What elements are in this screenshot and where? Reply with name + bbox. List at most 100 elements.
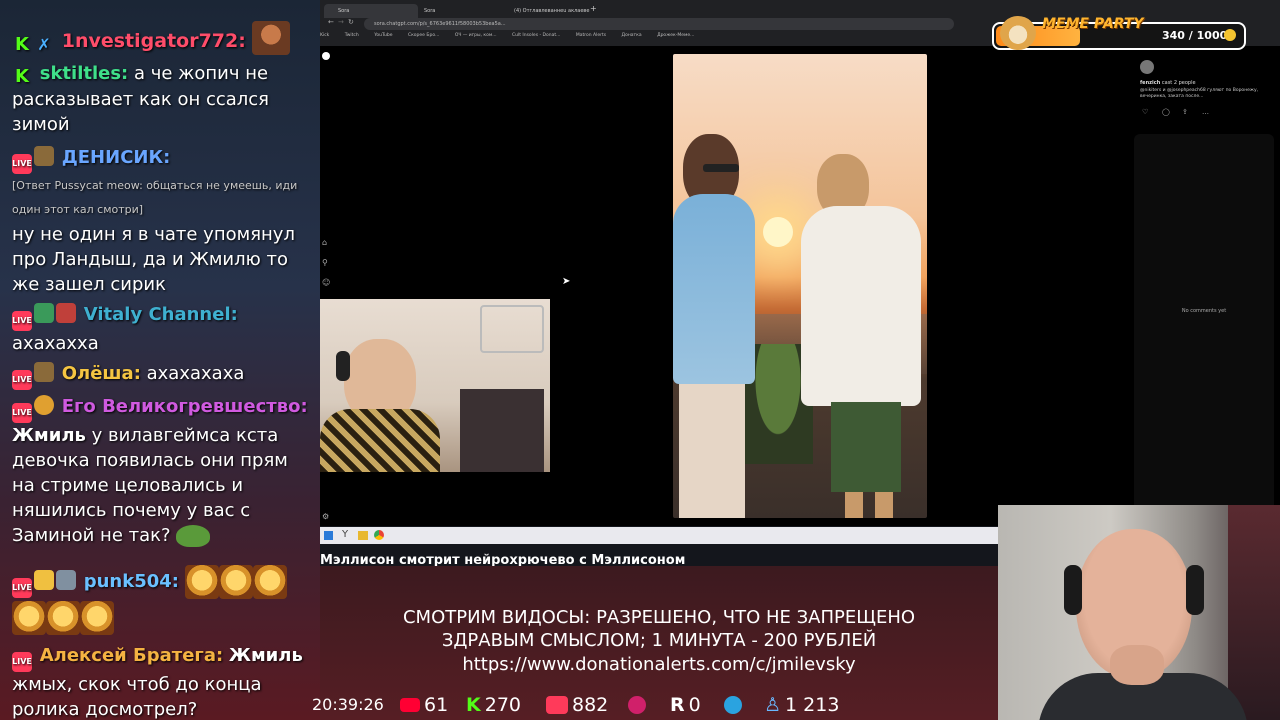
post-details-panel: fenzich cast 2 people @nikiters и @josep… xyxy=(1134,56,1274,516)
emote-badge-icon xyxy=(56,303,76,323)
person-right-image xyxy=(801,154,921,518)
stream-time: 20:39:26 xyxy=(312,695,384,714)
chat-username: Алексей Братега: xyxy=(39,645,224,666)
address-bar[interactable]: sora.chatgpt.com/p/s_6763e9611f58003b53b… xyxy=(364,18,954,30)
search-icon[interactable]: ⚲ xyxy=(322,258,328,267)
share-icon[interactable]: ⇪ xyxy=(1182,108,1188,116)
shelf-stickers-image xyxy=(460,389,544,472)
pepe-emote-icon xyxy=(176,525,211,547)
telegram-icon xyxy=(724,692,746,718)
mouse-cursor-icon: ➤ xyxy=(562,276,571,287)
avatar[interactable] xyxy=(1140,60,1154,74)
banner-line-1: СМОТРИМ ВИДОСЫ: РАЗРЕШЕНО, ЧТО НЕ ЗАПРЕЩ… xyxy=(402,607,916,628)
emote-icon xyxy=(184,565,219,599)
total-viewers: ♙ 1 213 xyxy=(764,692,839,718)
headphones-icon xyxy=(336,351,350,381)
emote-icon xyxy=(46,601,80,635)
chat-text: ахахахаха xyxy=(146,363,245,384)
chat-message: K sktiltles: а че жопич не расказывает к… xyxy=(12,61,312,137)
emote-badge-icon xyxy=(34,362,54,382)
profile-icon[interactable]: ☺ xyxy=(322,278,330,287)
rutube-viewers xyxy=(628,692,650,718)
youtube-viewers: 61 xyxy=(400,692,448,718)
bookmark-item[interactable]: Matron Alerts xyxy=(576,33,606,38)
author-name[interactable]: fenzich xyxy=(1140,80,1160,86)
post-caption: @nikiters и @josephpeach68 гуляют по Вор… xyxy=(1140,88,1259,99)
no-comments-text: No comments yet xyxy=(1181,308,1227,314)
live-badge-icon: LIVE xyxy=(12,578,32,598)
telegram-logo-icon xyxy=(724,696,742,714)
live-badge-icon: LIVE xyxy=(12,154,32,174)
r-platform-icon: R xyxy=(670,694,685,716)
total-count: 1 213 xyxy=(785,694,840,716)
viewer-stats-bar: 20:39:26 61 K 270 882 R0 ♙ 1 213 xyxy=(300,692,860,718)
chat-message: LIVE punk504: xyxy=(12,565,312,635)
sun-image xyxy=(763,217,793,247)
headphones-right-icon xyxy=(1186,565,1204,615)
chat-username: Vitaly Channel: xyxy=(83,304,238,325)
bookmark-item[interactable]: Скорее Бро... xyxy=(408,33,439,38)
chrome-icon[interactable] xyxy=(374,530,384,540)
banner-link[interactable]: https://www.donationalerts.com/c/jmilevs… xyxy=(320,653,998,677)
stream-chat: K ✗ 1nvestigator772: K sktiltles: а че жо… xyxy=(0,0,320,720)
live-badge-icon: LIVE xyxy=(12,403,32,423)
chat-mention: Жмиль xyxy=(228,645,303,666)
meme-party-title: MEME PARTY xyxy=(1042,16,1144,32)
settings-icon[interactable]: ⚙ xyxy=(322,512,329,521)
bookmark-item[interactable]: Дрожек-Меме... xyxy=(657,33,694,38)
browser-tab[interactable]: (4) Отглавлеваннeu аклаеве xyxy=(500,4,604,18)
vk-live-count: 882 xyxy=(572,694,609,716)
chat-username: Его Великогревшество: xyxy=(61,396,308,417)
windows-start-icon[interactable] xyxy=(324,531,333,540)
video-player[interactable] xyxy=(673,54,927,518)
live-badge-icon: LIVE xyxy=(12,652,32,672)
bookmark-item[interactable]: Twitch xyxy=(345,33,359,38)
banner-line-2: ЗДРАВЫМ СМЫСЛОМ; 1 МИНУТА - 200 РУБЛЕЙ xyxy=(441,630,877,651)
emote-badge-icon xyxy=(56,570,76,590)
home-icon[interactable]: ⌂ xyxy=(322,238,327,247)
streamer-webcam xyxy=(998,505,1280,720)
folder-icon[interactable] xyxy=(358,531,368,540)
person-icon: ♙ xyxy=(764,694,782,716)
sword-badge-icon: ✗ xyxy=(37,35,51,54)
meme-party-widget: MEME PARTY 340 / 1000 xyxy=(992,16,1248,52)
bookmark-item[interactable]: ОЧ — игры, ком... xyxy=(455,33,497,38)
more-icon[interactable]: … xyxy=(1202,108,1209,116)
chat-message: LIVE Олёша: ахахахаха xyxy=(12,361,312,390)
browser-tab[interactable]: Sora xyxy=(324,4,418,18)
post-author[interactable]: fenzich cast 2 people xyxy=(1140,80,1196,86)
kick-badge-icon: K xyxy=(15,66,29,87)
kick-badge-icon: K xyxy=(15,34,29,55)
beer-badge-icon xyxy=(34,570,54,590)
yandex-icon[interactable]: Y xyxy=(342,529,348,540)
kick-viewers: K 270 xyxy=(466,692,521,718)
shield-badge-icon xyxy=(34,303,54,323)
rumble-count: 0 xyxy=(688,694,701,716)
rumble-viewers: R0 xyxy=(670,692,701,718)
chat-username: 1nvestigator772: xyxy=(61,30,246,52)
forward-icon[interactable]: → xyxy=(338,18,344,26)
bookmark-item[interactable]: Донатка xyxy=(622,33,642,38)
wall-sign-image xyxy=(480,305,544,353)
emote-icon xyxy=(12,601,46,635)
bookmark-item[interactable]: YouTube xyxy=(374,33,392,38)
reload-icon[interactable]: ↻ xyxy=(348,18,354,26)
emote-badge-icon xyxy=(34,146,54,166)
browser-tab[interactable]: Sora xyxy=(410,4,504,18)
comment-icon[interactable]: ◯ xyxy=(1162,108,1170,116)
streamer-shirt-image xyxy=(320,409,440,472)
chat-message: K ✗ 1nvestigator772: xyxy=(12,21,312,55)
bookmark-item[interactable]: Cult Insoles - Donat... xyxy=(512,33,560,38)
chat-username: punk504: xyxy=(83,571,179,592)
like-icon[interactable]: ♡ xyxy=(1142,108,1148,116)
back-icon[interactable]: ← xyxy=(328,18,334,26)
new-tab-button[interactable]: + xyxy=(590,4,597,13)
bookmark-item[interactable]: Kick xyxy=(320,33,329,38)
sora-logo-icon xyxy=(322,52,330,60)
chat-username: sktiltles: xyxy=(39,63,129,84)
chat-username: ДЕНИСИК: xyxy=(61,147,171,168)
youtube-icon xyxy=(400,698,420,712)
coin-icon xyxy=(1224,29,1236,41)
emote-icon xyxy=(218,565,253,599)
chat-mention: Жмиль xyxy=(12,425,86,446)
